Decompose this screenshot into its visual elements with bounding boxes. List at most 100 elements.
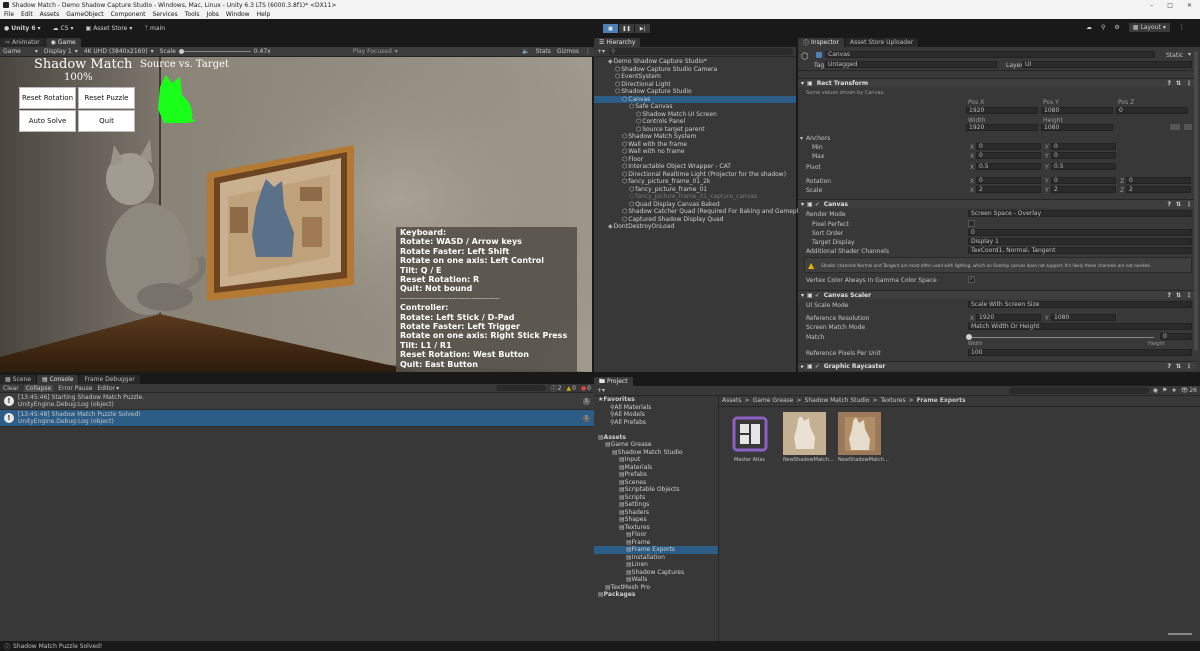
hierarchy-item[interactable]: ⬡ fancy_picture_frame_01 <box>594 186 796 194</box>
anchor-max-x[interactable]: 0 <box>976 152 1041 159</box>
gizmos-button[interactable]: Gizmos <box>557 48 579 55</box>
menu-item-jobs[interactable]: Jobs <box>207 11 219 18</box>
rotation-field[interactable]: 0 <box>976 177 1041 184</box>
menu-item-tools[interactable]: Tools <box>185 11 200 18</box>
tab-game[interactable]: ◉ Game <box>45 38 81 47</box>
breadcrumb-item[interactable]: Shadow Match Studio <box>805 397 870 404</box>
project-folder[interactable]: ▤ Shadow Captures <box>594 569 718 577</box>
hierarchy-item[interactable]: ⬡ Shadow Capture Studio <box>594 88 796 96</box>
menu-item-window[interactable]: Window <box>226 11 250 18</box>
hierarchy-item[interactable]: ⬡ Directional Light <box>594 81 796 89</box>
target-display-dropdown[interactable]: Display 1 <box>968 238 1192 245</box>
project-folder[interactable]: ▤ Frame Exports <box>594 546 718 554</box>
tab-inspector[interactable]: ⓘ Inspector <box>798 38 845 47</box>
project-folder[interactable]: ▤ Textures <box>594 524 718 532</box>
game-mode-dropdown[interactable]: Game ▾ <box>3 48 38 55</box>
hierarchy-item[interactable]: ⬡ Quad Display Canvas Baked <box>594 201 796 209</box>
tab-asset-store-uploader[interactable]: Asset Store Uploader <box>845 38 919 47</box>
favorites-header[interactable]: ★ Favorites <box>594 396 718 404</box>
project-folder[interactable]: ▤ Packages <box>594 591 718 599</box>
layer-dropdown[interactable]: UI <box>1022 61 1192 68</box>
anchor-min-y[interactable]: 0 <box>1051 143 1116 150</box>
menu-item-edit[interactable]: Edit <box>21 11 33 18</box>
tab-frame-debugger[interactable]: Frame Debugger <box>79 375 140 384</box>
chevron-down-icon[interactable]: ▾ <box>1188 51 1191 58</box>
favorite-item[interactable]: ⚲ All Prefabs <box>594 419 718 427</box>
presets-icon[interactable]: ⇅ <box>1176 292 1181 299</box>
sort-order-field[interactable]: 0 <box>968 229 1192 236</box>
hierarchy-item[interactable]: ⬡ Floor <box>594 156 796 164</box>
menu-item-component[interactable]: Component <box>111 11 146 18</box>
hierarchy-item[interactable]: ⬡ Wall with the frame <box>594 141 796 149</box>
match-slider-thumb[interactable] <box>966 334 972 340</box>
match-slider-track[interactable] <box>968 337 1154 338</box>
scale-thumb[interactable] <box>178 49 184 54</box>
scale-slider[interactable]: Scale 0.47x <box>160 48 271 55</box>
filter-label-icon[interactable]: ⚑ <box>1162 387 1167 394</box>
vertex-color-checkbox[interactable]: ✓ <box>968 276 975 283</box>
hierarchy-item[interactable]: ⬡ Directional Realtime Light (Projector … <box>594 171 796 179</box>
project-folder[interactable]: ▤ Floor <box>594 531 718 539</box>
asset-shadow-match-1[interactable]: NewShadowMatch... <box>783 412 834 463</box>
cs-button[interactable]: ☁ CS ▾ <box>53 25 74 32</box>
presets-icon[interactable]: ⇅ <box>1176 363 1181 370</box>
help-icon[interactable]: ? <box>1167 292 1170 299</box>
pos-field[interactable]: 1920 <box>966 107 1038 114</box>
pause-button[interactable]: ❚❚ <box>619 24 634 33</box>
component-enabled-checkbox[interactable]: ✓ <box>815 363 820 370</box>
reference-x-field[interactable]: 1920 <box>976 314 1041 321</box>
scale-field[interactable]: 2 <box>1126 186 1191 193</box>
match-value-field[interactable]: 0 <box>1160 333 1192 340</box>
cloud-services-icon[interactable]: ☁ <box>1086 24 1092 31</box>
breadcrumb-item[interactable]: Assets <box>722 397 742 404</box>
favorite-item[interactable]: ⚲ All Models <box>594 411 718 419</box>
hierarchy-item[interactable]: ⬡ Shadow Catcher Quad (Required For Baki… <box>594 208 808 216</box>
project-folder[interactable]: ▤ Linen <box>594 561 718 569</box>
reset-puzzle-button[interactable]: Reset Puzzle <box>78 87 135 109</box>
console-entry[interactable]: ! [13:45:46] Starting Shadow Match Puzzle… <box>0 393 594 410</box>
canvas-component-header[interactable]: ▾ ▣ ✓ Canvas? ⇅ ⋮ <box>798 199 1196 208</box>
clear-button[interactable]: Clear <box>3 385 19 392</box>
quit-button[interactable]: Quit <box>78 110 135 132</box>
hierarchy-item[interactable]: ⬡ fancy_picture_frame_01_2k <box>594 178 796 186</box>
hierarchy-item[interactable]: ⬡ Interactable Object Wrapper - CAT <box>594 163 796 171</box>
asset-store-button[interactable]: ▣ Asset Store ▾ <box>86 25 133 32</box>
tab-console[interactable]: ▤ Console <box>36 375 79 384</box>
hierarchy-item[interactable]: ⬡ Safe Canvas <box>594 103 796 111</box>
hierarchy-item[interactable]: ⬡ Shadow Capture Studio Camera <box>594 66 796 74</box>
favorite-item[interactable]: ⚲ All Materials <box>594 404 718 412</box>
reset-rotation-button[interactable]: Reset Rotation <box>19 87 76 109</box>
play-focused-dropdown[interactable]: Play Focused ▾ <box>353 48 398 55</box>
presets-icon[interactable]: ⇅ <box>1176 201 1181 208</box>
graphic-raycaster-header[interactable]: ▸ ▣ ✓ Graphic Raycaster? ⇅ ⋮ <box>798 361 1196 370</box>
menu-item-assets[interactable]: Assets <box>40 11 60 18</box>
resolution-dropdown[interactable]: 4K UHD (3840x2160) ▾ <box>84 48 154 55</box>
more-icon[interactable]: ⋮ <box>1186 363 1192 370</box>
project-folder[interactable]: ▤ Shapes <box>594 516 718 524</box>
project-search-input[interactable] <box>1008 387 1149 394</box>
tag-dropdown[interactable]: Untagged <box>825 61 997 68</box>
hidden-count[interactable]: 👁 26 <box>1181 387 1197 394</box>
minimize-button[interactable]: – <box>1150 2 1153 9</box>
render-mode-dropdown[interactable]: Screen Space - Overlay <box>968 210 1192 217</box>
menu-item-services[interactable]: Services <box>152 11 177 18</box>
hierarchy-item[interactable]: ⬡ Captured Shadow Display Quad <box>594 216 796 224</box>
project-folder[interactable]: ▤ Walls <box>594 576 718 584</box>
scale-field[interactable]: 2 <box>976 186 1041 193</box>
asset-master-atlas[interactable]: Master Atlas <box>728 412 771 463</box>
hierarchy-item[interactable]: ⬡ Wall with no frame <box>594 148 796 156</box>
hierarchy-item[interactable]: ◈ DontDestroyOnLoad <box>594 223 796 231</box>
tab-animator[interactable]: ⇨ Animator <box>0 38 45 47</box>
error-pause-button[interactable]: Error Pause <box>58 385 92 392</box>
project-folder[interactable]: ▤ Frame <box>594 539 718 547</box>
hierarchy-item[interactable]: ⬡ Source target parent <box>594 126 796 134</box>
error-count[interactable]: ● 0 <box>581 385 591 392</box>
pos-field[interactable]: 1080 <box>1041 107 1113 114</box>
pos-field[interactable]: 0 <box>1116 107 1188 114</box>
project-folder[interactable]: ▤ Shaders <box>594 509 718 517</box>
menu-item-gameobject[interactable]: GameObject <box>66 11 103 18</box>
more-icon[interactable]: ⋮ <box>1186 80 1192 87</box>
tab-hierarchy[interactable]: ☰ Hierarchy <box>594 38 641 47</box>
project-folder[interactable]: ▤ Settings <box>594 501 718 509</box>
project-folder[interactable]: ▤ Game Grease <box>594 441 718 449</box>
